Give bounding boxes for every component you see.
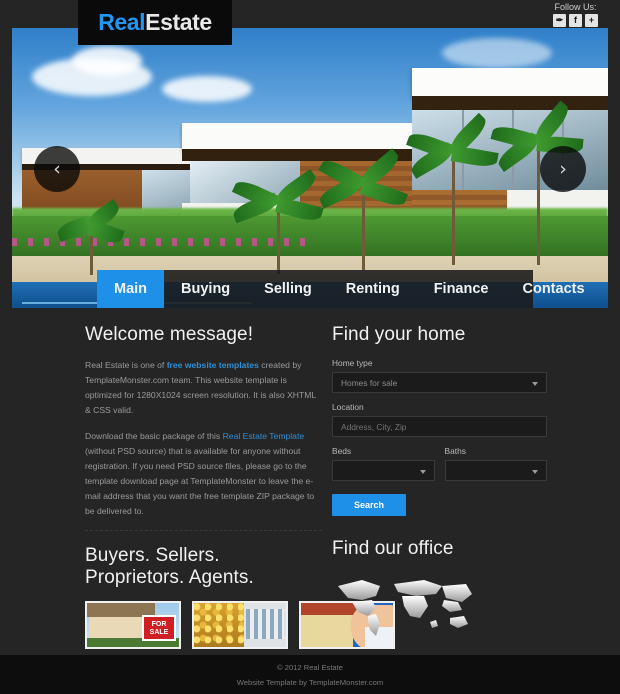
content-area: Welcome message! Real Estate is one of f… [0, 308, 620, 694]
beds-select[interactable] [332, 460, 435, 481]
cloud-shape [72, 46, 142, 76]
home-type-label: Home type [332, 358, 373, 368]
welcome-p1-before: Real Estate is one of [85, 360, 167, 370]
palm-tree [231, 169, 324, 274]
beds-baths-row: Beds Baths [332, 437, 547, 481]
cloud-shape [162, 76, 252, 102]
nav-item-selling[interactable]: Selling [247, 270, 329, 308]
logo-text-secondary: Estate [145, 9, 212, 35]
chevron-left-icon: ‹ [53, 157, 61, 180]
services-title: Buyers. Sellers. Proprietors. Agents. [85, 545, 254, 588]
page-root: RealEstate Follow Us: ✒ f + ‹ › Main Buy… [0, 0, 620, 694]
for-sale-sign: FOR SALE [142, 615, 176, 641]
nav-item-contacts[interactable]: Contacts [505, 270, 601, 308]
welcome-paragraph-1: Real Estate is one of free website templ… [85, 358, 322, 418]
twitter-icon[interactable]: ✒ [553, 14, 566, 27]
copyright-text: © 2012 Real Estate [277, 662, 343, 672]
real-estate-template-link[interactable]: Real Estate Template [223, 431, 305, 441]
main-navigation: Main Buying Selling Renting Finance Cont… [97, 270, 585, 308]
site-logo[interactable]: RealEstate [78, 0, 232, 45]
find-office-title: Find our office [332, 538, 454, 559]
top-bar: RealEstate Follow Us: ✒ f + [0, 0, 620, 45]
palm-tree [55, 198, 125, 275]
page-footer: © 2012 Real Estate Website Template by T… [0, 655, 620, 694]
nav-item-buying[interactable]: Buying [164, 270, 247, 308]
slider-prev-button[interactable]: ‹ [34, 146, 80, 192]
follow-us-block: Follow Us: ✒ f + [553, 2, 598, 27]
world-map-svg [338, 580, 472, 636]
nav-item-finance[interactable]: Finance [417, 270, 506, 308]
palm-tree [406, 112, 499, 265]
social-links: ✒ f + [553, 14, 598, 27]
sidebar-column: Find your home Home type Homes for sale … [322, 324, 547, 694]
section-divider [85, 530, 322, 531]
free-website-templates-link[interactable]: free website templates [167, 360, 259, 370]
googleplus-icon[interactable]: + [585, 14, 598, 27]
hero-slider: ‹ › Main Buying Selling Renting Finance … [12, 28, 608, 308]
world-map-image[interactable] [332, 574, 547, 640]
main-column: Welcome message! Real Estate is one of f… [12, 324, 395, 694]
nav-item-main[interactable]: Main [97, 270, 165, 308]
cloud-shape [442, 38, 552, 68]
templatemonster-link[interactable]: TemplateMonster.com [309, 678, 383, 687]
follow-us-label: Follow Us: [554, 2, 597, 12]
beds-label: Beds [332, 446, 352, 456]
home-type-value: Homes for sale [341, 377, 398, 388]
baths-select[interactable] [444, 460, 547, 481]
slider-next-button[interactable]: › [540, 146, 586, 192]
logo-text-primary: Real [98, 9, 146, 35]
facebook-icon[interactable]: f [569, 14, 582, 27]
credit-prefix: Website Template by [236, 677, 309, 687]
welcome-p2-after: (without PSD source) that is available f… [85, 446, 315, 516]
palm-tree [316, 148, 408, 270]
location-label: Location [332, 402, 364, 412]
logo-text: RealEstate [98, 9, 212, 36]
gold-coins-image[interactable] [192, 601, 288, 649]
baths-label: Baths [444, 446, 466, 456]
welcome-title: Welcome message! [85, 324, 254, 345]
welcome-paragraph-2: Download the basic package of this Real … [85, 429, 322, 519]
location-input[interactable] [332, 416, 547, 437]
house-for-sale-image[interactable]: FOR SALE [85, 601, 181, 649]
find-home-title: Find your home [332, 324, 466, 345]
credit-text: Website Template by TemplateMonster.com [237, 678, 383, 687]
home-type-select[interactable]: Homes for sale [332, 372, 547, 393]
search-button[interactable]: Search [332, 494, 407, 516]
nav-item-renting[interactable]: Renting [329, 270, 417, 308]
chevron-right-icon: › [559, 157, 567, 180]
welcome-p2-before: Download the basic package of this [85, 431, 223, 441]
